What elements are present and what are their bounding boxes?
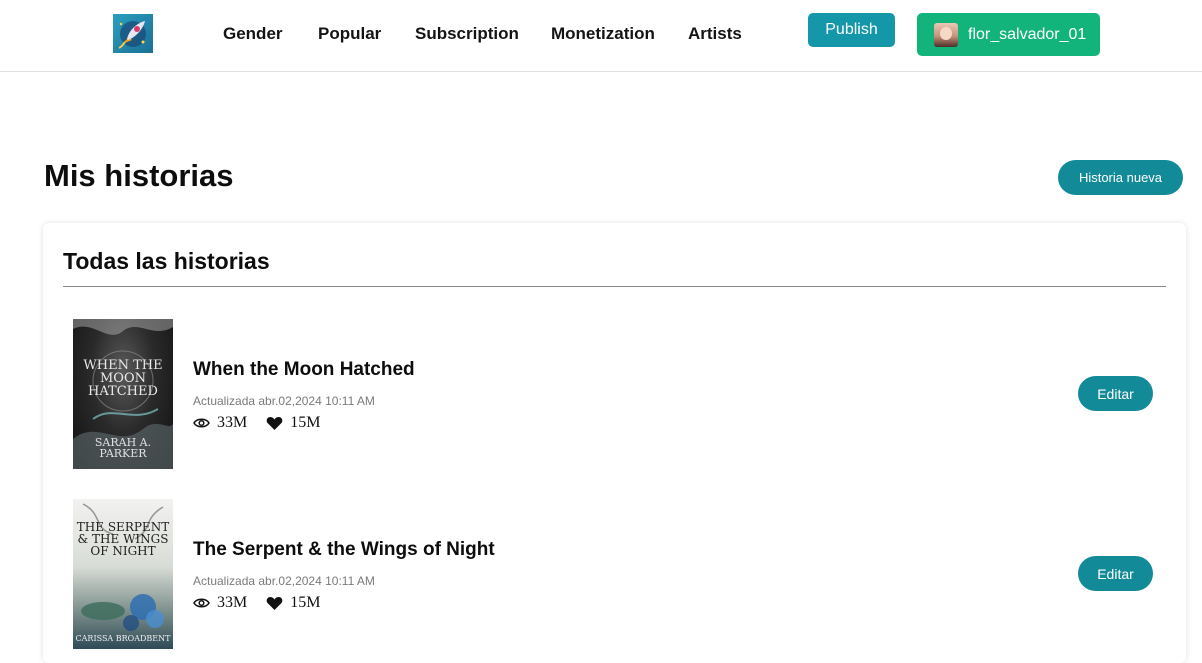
heart-icon [266,596,283,610]
likes-count: 15M [290,594,321,611]
cover-title-text: THE SERPENT & THE WINGS OF NIGHT [76,520,170,558]
nav-link-monetization[interactable]: Monetization [551,24,655,44]
story-cover-image[interactable]: THE SERPENT & THE WINGS OF NIGHT CARISSA… [73,499,173,649]
nav-link-popular[interactable]: Popular [318,24,381,44]
story-stats: 33M 15M [193,414,339,432]
story-updated-date: Actualizada abr.02,2024 10:11 AM [193,394,375,408]
likes-stat: 15M [266,594,320,612]
cover-title-text: WHEN THE MOON HATCHED [83,358,163,399]
story-title[interactable]: The Serpent & the Wings of Night [193,539,495,561]
likes-stat: 15M [266,414,320,432]
page-title: Mis historias [44,158,234,193]
views-count: 33M [217,594,248,611]
story-cover-image[interactable]: WHEN THE MOON HATCHED SARAH A. PARKER [73,319,173,469]
nav-link-artists[interactable]: Artists [688,24,742,44]
story-updated-date: Actualizada abr.02,2024 10:11 AM [193,574,375,588]
new-story-button[interactable]: Historia nueva [1058,160,1183,195]
edit-story-button[interactable]: Editar [1078,376,1153,411]
story-item: WHEN THE MOON HATCHED SARAH A. PARKER Wh… [73,319,1153,469]
rocket-logo-icon [118,21,146,49]
views-stat: 33M [193,594,247,612]
cover-author-text: CARISSA BROADBENT [75,634,171,643]
publish-button[interactable]: Publish [808,13,895,47]
app-logo[interactable] [113,14,153,53]
heart-icon [266,416,283,430]
edit-story-button[interactable]: Editar [1078,556,1153,591]
eye-icon [193,418,210,428]
story-title[interactable]: When the Moon Hatched [193,359,415,381]
top-navigation-bar: Gender Popular Subscription Monetization… [0,0,1202,72]
avatar [934,22,958,47]
story-item: THE SERPENT & THE WINGS OF NIGHT CARISSA… [73,499,1153,649]
nav-link-subscription[interactable]: Subscription [415,24,519,44]
views-stat: 33M [193,414,247,432]
story-stats: 33M 15M [193,594,339,612]
cover-author-text: SARAH A. PARKER [94,436,152,460]
user-menu-button[interactable]: flor_salvador_01 [917,13,1100,56]
views-count: 33M [217,414,248,431]
eye-icon [193,598,210,608]
stories-card: Todas las historias WHEN THE MOON HATCHE… [43,223,1186,663]
nav-link-gender[interactable]: Gender [223,24,283,44]
divider [63,286,1166,287]
username-label: flor_salvador_01 [968,25,1087,43]
card-title: Todas las historias [63,248,270,274]
likes-count: 15M [290,414,321,431]
